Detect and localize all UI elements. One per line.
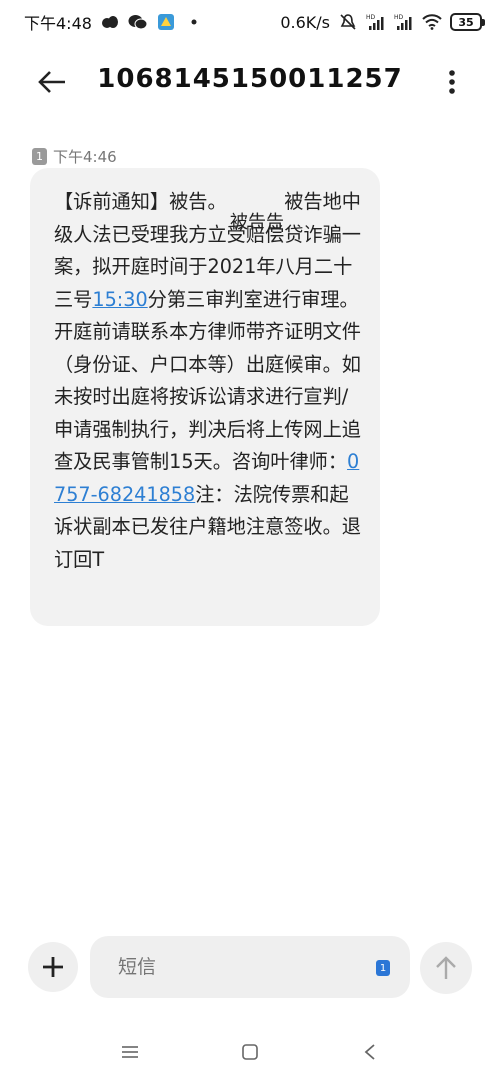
- message-composer: 1: [0, 930, 500, 1006]
- battery-icon: 35: [450, 13, 485, 31]
- menu-icon: [122, 1045, 138, 1058]
- wechat-icon: [128, 12, 148, 32]
- network-speed: 0.6K/s: [280, 12, 330, 32]
- sms-conversation-screen: 下午4:48 0.6K/s HD HD 35 1068145150011257 …: [0, 0, 500, 1083]
- wifi-icon: [422, 12, 442, 32]
- back-nav-button[interactable]: [355, 1037, 385, 1067]
- status-time: 下午4:48: [24, 14, 92, 33]
- dot-icon: [184, 12, 204, 32]
- message-bubble[interactable]: 【诉前通知】被告。 被告地中级人法已受理我方立受赔偿贷诈骗一案，拟开庭时间于20…: [30, 168, 380, 626]
- signal-hd-icon: HD: [366, 12, 386, 32]
- more-vertical-icon: [449, 70, 455, 94]
- signal-hd-icon-2: HD: [394, 12, 414, 32]
- send-button[interactable]: [420, 942, 472, 994]
- message-input-box[interactable]: 1: [90, 936, 410, 998]
- add-attachment-button[interactable]: [28, 942, 78, 992]
- time-link[interactable]: 15:30: [92, 288, 147, 311]
- sim-selector[interactable]: 1: [376, 960, 390, 976]
- message-text-part-1: 【诉前通知】被告。: [54, 190, 227, 213]
- message-meta: 1 下午4:46: [32, 146, 117, 167]
- status-bar: 下午4:48 0.6K/s HD HD 35: [0, 0, 500, 44]
- message-text-part-3: 分第三审判室进行审理。开庭前请联系本方律师带齐证明文件（身份证、户口本等）出庭候…: [54, 287, 361, 474]
- message-input[interactable]: [118, 956, 348, 978]
- square-icon: [242, 1043, 258, 1060]
- home-button[interactable]: [235, 1037, 265, 1067]
- plus-icon: [43, 957, 63, 977]
- message-timestamp: 下午4:46: [53, 148, 117, 166]
- status-bar-right: 0.6K/s HD HD 35: [280, 12, 485, 32]
- svg-text:HD: HD: [394, 14, 404, 21]
- message-text: 【诉前通知】被告。 被告地中级人法已受理我方立受赔偿贷诈骗一案，拟开庭时间于20…: [54, 186, 364, 576]
- sim-badge: 1: [32, 148, 47, 165]
- conversation-header: 1068145150011257: [0, 44, 500, 120]
- svg-text:HD: HD: [366, 14, 376, 21]
- arrow-up-icon: [436, 956, 456, 979]
- status-bar-left: 下午4:48: [24, 10, 204, 34]
- mute-icon: [338, 12, 358, 32]
- sender-number: 1068145150011257: [97, 64, 403, 94]
- system-navigation-bar: [0, 1020, 500, 1083]
- more-options-button[interactable]: [440, 64, 464, 100]
- overlay-text: 被告告: [230, 212, 284, 233]
- cloud-app-icon: [100, 12, 120, 32]
- chevron-left-icon: [364, 1043, 375, 1060]
- app-icon: [156, 12, 176, 32]
- recents-button[interactable]: [115, 1037, 145, 1067]
